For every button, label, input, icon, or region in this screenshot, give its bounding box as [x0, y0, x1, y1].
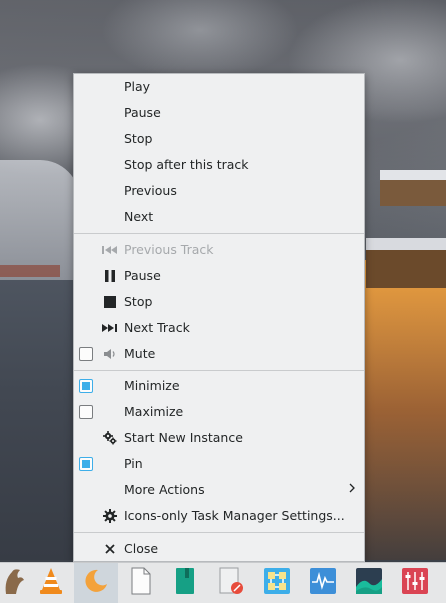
taskbar-network[interactable]: [256, 563, 298, 603]
menu-item-label: Next Track: [124, 320, 190, 335]
wallpaper-dock: [0, 265, 60, 277]
audio-mixer-icon: [401, 567, 429, 599]
menu-item-label: Icons-only Task Manager Settings...: [124, 508, 345, 523]
menu-item-more-actions[interactable]: More Actions: [74, 478, 364, 502]
minimize-checkbox[interactable]: [79, 379, 93, 393]
graph-icon: [355, 567, 383, 599]
menu-item-label: Previous: [124, 183, 177, 198]
pause-icon: [102, 264, 118, 288]
taskbar-graph[interactable]: [348, 563, 390, 603]
menu-item-stop[interactable]: Stop: [74, 127, 364, 151]
menu-item-label: Pause: [124, 268, 161, 283]
close-icon: [102, 537, 118, 561]
menu-item-label: Start New Instance: [124, 430, 243, 445]
pin-checkbox[interactable]: [79, 457, 93, 471]
menu-item-label: Next: [124, 209, 154, 224]
menu-item-next-track[interactable]: Next Track: [74, 316, 364, 340]
taskbar-blank-document[interactable]: [120, 563, 162, 603]
stop-icon: [102, 290, 118, 314]
menu-item-label: Stop: [124, 131, 153, 146]
menu-item-label: Stop: [124, 294, 153, 309]
gear-icon: [102, 504, 118, 528]
menu-item-next[interactable]: Next: [74, 205, 364, 229]
menu-item-previous[interactable]: Previous: [74, 179, 364, 203]
menu-item-label: Pin: [124, 456, 143, 471]
menu-item-maximize[interactable]: Maximize: [74, 400, 364, 424]
gears-icon: [102, 426, 118, 450]
menu-item-pin[interactable]: Pin: [74, 452, 364, 476]
menu-item-label: Stop after this track: [124, 157, 249, 172]
task-context-menu: Play Pause Stop Stop after this track Pr…: [73, 73, 365, 562]
taskbar-notebook[interactable]: [164, 563, 206, 603]
text-editor-icon: [218, 567, 244, 599]
menu-item-label: Pause: [124, 105, 161, 120]
menu-item-start-new-instance[interactable]: Start New Instance: [74, 426, 364, 450]
notebook-icon: [174, 567, 196, 599]
menu-item-label: Mute: [124, 346, 156, 361]
menu-item-stop-after-track[interactable]: Stop after this track: [74, 153, 364, 177]
menu-item-previous-track: Previous Track: [74, 238, 364, 262]
menu-item-mute[interactable]: Mute: [74, 342, 364, 366]
menu-item-label: Close: [124, 541, 159, 556]
menu-item-close[interactable]: Close: [74, 537, 364, 561]
mute-checkbox[interactable]: [79, 347, 93, 361]
menu-separator: [74, 370, 364, 371]
skip-next-icon: [102, 316, 118, 340]
speaker-icon: [102, 342, 118, 366]
menu-item-label: More Actions: [124, 482, 205, 497]
wallpaper-snowbank: [0, 160, 80, 280]
taskbar-cantata[interactable]: [74, 563, 118, 603]
wallpaper-light-glow: [360, 260, 446, 560]
menu-item-pause[interactable]: Pause: [74, 101, 364, 125]
cantata-icon: [82, 567, 110, 599]
taskbar-audio-mixer[interactable]: [394, 563, 436, 603]
taskbar-vlc[interactable]: [30, 563, 72, 603]
menu-item-player-stop[interactable]: Stop: [74, 290, 364, 314]
menu-item-label: Play: [124, 79, 151, 94]
network-icon: [263, 567, 291, 599]
taskbar: [0, 562, 446, 603]
vlc-icon: [37, 566, 65, 600]
menu-separator: [74, 532, 364, 533]
menu-item-player-pause[interactable]: Pause: [74, 264, 364, 288]
app-launcher-icon: [2, 566, 28, 600]
skip-previous-icon: [102, 238, 118, 262]
menu-item-label: Previous Track: [124, 242, 214, 257]
system-monitor-icon: [309, 567, 337, 599]
wallpaper-boathouse: [366, 238, 446, 288]
menu-separator: [74, 233, 364, 234]
menu-item-label: Minimize: [124, 378, 180, 393]
menu-item-play[interactable]: Play: [74, 75, 364, 99]
maximize-checkbox[interactable]: [79, 405, 93, 419]
menu-item-task-manager-settings[interactable]: Icons-only Task Manager Settings...: [74, 504, 364, 528]
menu-item-label: Maximize: [124, 404, 184, 419]
taskbar-text-editor[interactable]: [210, 563, 252, 603]
blank-document-icon: [130, 567, 152, 599]
wallpaper-house: [380, 170, 446, 206]
menu-item-minimize[interactable]: Minimize: [74, 374, 364, 398]
taskbar-system-monitor[interactable]: [302, 563, 344, 603]
submenu-arrow-icon: [348, 478, 356, 502]
